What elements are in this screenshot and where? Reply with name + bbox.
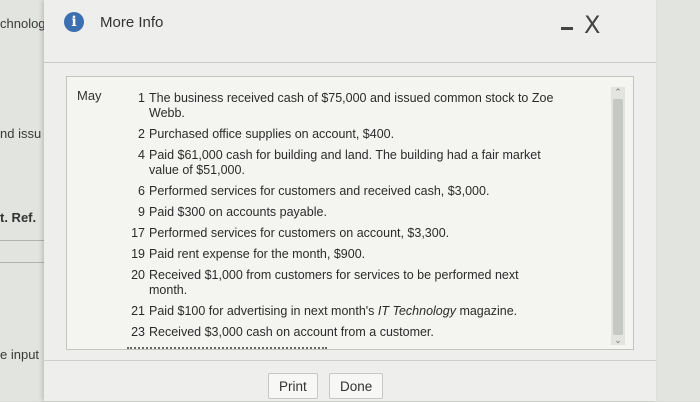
- background-divider: [0, 240, 44, 241]
- entry-day: 6: [138, 184, 145, 198]
- dialog-title: More Info: [100, 14, 164, 31]
- info-content-panel: May 1 The business received cash of $75,…: [66, 76, 634, 350]
- entry-day: 2: [138, 127, 145, 141]
- entry-day: 19: [131, 247, 145, 261]
- entry-text: Received $3,000 cash on account from a c…: [149, 325, 434, 339]
- entry-text: Paid $300 on accounts payable.: [149, 205, 327, 219]
- entry-day: 23: [131, 325, 145, 339]
- list-item: 9 Paid $300 on accounts payable.: [127, 205, 557, 220]
- entry-day: 21: [131, 304, 145, 318]
- list-item: 4 Paid $61,000 cash for building and lan…: [127, 148, 557, 178]
- close-button[interactable]: X: [584, 11, 601, 39]
- background-text-fragment: nd issu: [0, 126, 42, 141]
- dialog-footer: Print Done: [44, 360, 656, 402]
- more-info-dialog: i More Info X May 1 The business receive…: [44, 0, 656, 401]
- scroll-thumb[interactable]: [613, 99, 623, 335]
- scroll-up-icon[interactable]: ⌃: [613, 87, 623, 97]
- entry-text: Received $1,000 from customers for servi…: [149, 268, 519, 297]
- entry-text: Purchased office supplies on account, $4…: [149, 127, 395, 141]
- entry-text: Paid $61,000 cash for building and land.…: [149, 148, 541, 177]
- transaction-list: 1 The business received cash of $75,000 …: [127, 91, 557, 346]
- background-text-fragment: e input: [0, 347, 40, 362]
- entry-text: Paid $100 for advertising in next month'…: [149, 304, 518, 318]
- list-item: 21 Paid $100 for advertising in next mon…: [127, 304, 557, 319]
- minimize-button[interactable]: [560, 18, 574, 32]
- list-item: 23 Received $3,000 cash on account from …: [127, 325, 557, 340]
- print-button[interactable]: Print: [268, 373, 318, 399]
- background-text-fragment: chnolog: [0, 16, 46, 31]
- entry-day: 1: [138, 91, 145, 105]
- dialog-header: i More Info X: [44, 0, 656, 63]
- entry-text: Performed services for customers and rec…: [149, 184, 490, 198]
- entry-day: 20: [131, 268, 145, 282]
- list-item: 19 Paid rent expense for the month, $900…: [127, 247, 557, 262]
- entry-day: 4: [138, 148, 145, 162]
- list-item: 1 The business received cash of $75,000 …: [127, 91, 557, 121]
- list-item: 6 Performed services for customers and r…: [127, 184, 557, 199]
- info-icon: i: [64, 12, 84, 32]
- close-icon: X: [584, 11, 601, 39]
- done-button[interactable]: Done: [329, 373, 384, 399]
- background-divider: [0, 262, 44, 263]
- list-item: 2 Purchased office supplies on account, …: [127, 127, 557, 142]
- entry-text: Performed services for customers on acco…: [149, 226, 450, 240]
- entry-text: Paid rent expense for the month, $900.: [149, 247, 366, 261]
- entry-day: 9: [138, 205, 145, 219]
- minimize-icon: [561, 27, 573, 30]
- scrollbar[interactable]: ⌃ ⌄: [611, 87, 625, 345]
- background-column-header: t. Ref.: [0, 210, 37, 225]
- scroll-down-icon[interactable]: ⌄: [613, 335, 623, 345]
- month-label: May: [77, 88, 102, 103]
- entry-day: 17: [131, 226, 145, 240]
- list-item: 17 Performed services for customers on a…: [127, 226, 557, 241]
- list-item: 20 Received $1,000 from customers for se…: [127, 268, 557, 298]
- clipped-text-edge: [127, 347, 327, 349]
- entry-text: The business received cash of $75,000 an…: [149, 91, 554, 120]
